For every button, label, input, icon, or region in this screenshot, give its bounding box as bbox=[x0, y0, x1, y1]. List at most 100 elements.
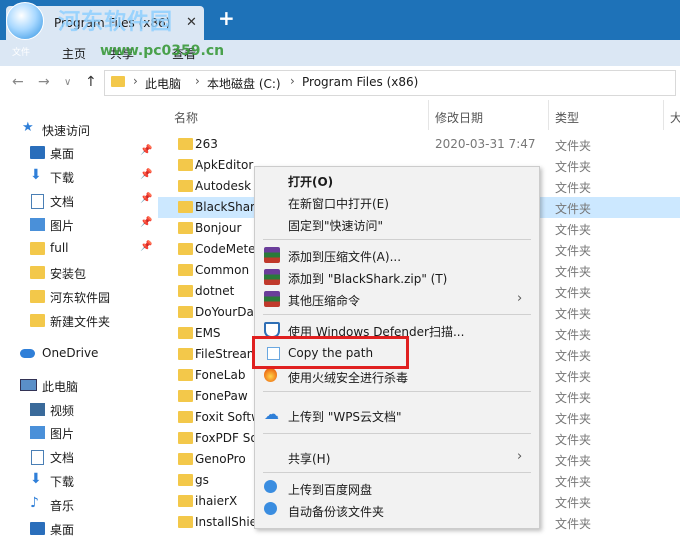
forward-arrow-icon[interactable]: → bbox=[38, 74, 50, 90]
sidebar-item-this-pc[interactable]: 此电脑 bbox=[0, 375, 158, 397]
file-type: 文件夹 bbox=[555, 223, 592, 237]
column-date[interactable]: 修改日期 bbox=[435, 109, 483, 126]
sidebar-item-label: 桌面 bbox=[50, 523, 75, 537]
file-type: 文件夹 bbox=[555, 181, 592, 195]
sidebar-item-label: 新建文件夹 bbox=[50, 315, 111, 329]
column-name[interactable]: 名称 bbox=[174, 109, 198, 126]
breadcrumb-local-disk[interactable]: 本地磁盘 (C:) bbox=[207, 75, 281, 92]
file-type: 文件夹 bbox=[555, 328, 592, 342]
table-row[interactable]: 263 2020-03-31 7:47 文件夹 bbox=[158, 134, 680, 155]
document-icon bbox=[31, 194, 44, 209]
navigation-pane: ★ 快速访问 桌面 📌 ⬇ 下载 📌 文档 📌 图片 📌 full 📌 安装包 … bbox=[0, 100, 158, 537]
menu-item-share[interactable]: 共享(H) › bbox=[255, 446, 539, 468]
file-type: 文件夹 bbox=[555, 307, 592, 321]
sidebar-item-pictures[interactable]: 图片 📌 bbox=[0, 214, 158, 236]
file-type: 文件夹 bbox=[555, 244, 592, 258]
file-name: Bonjour bbox=[195, 221, 242, 235]
sidebar-item-installers[interactable]: 安装包 bbox=[0, 262, 158, 284]
upload-cloud-icon: ☁ bbox=[264, 405, 279, 423]
folder-icon bbox=[178, 411, 193, 423]
sidebar-item-label: 文档 bbox=[50, 451, 75, 465]
sidebar-item-videos[interactable]: 视频 bbox=[0, 399, 158, 421]
file-name: ApkEditor bbox=[195, 158, 254, 172]
sidebar-item-label: 文档 bbox=[50, 195, 75, 209]
folder-icon bbox=[178, 201, 193, 213]
file-name: ihaierX bbox=[195, 494, 238, 508]
ribbon-tab-home[interactable]: 主页 bbox=[62, 45, 86, 62]
sidebar-item-label: 图片 bbox=[50, 427, 75, 441]
column-divider[interactable] bbox=[548, 100, 549, 130]
menu-item-upload-baidu[interactable]: 上传到百度网盘 bbox=[255, 477, 539, 499]
sidebar-item-quick-access[interactable]: ★ 快速访问 bbox=[0, 119, 158, 141]
folder-icon bbox=[30, 266, 45, 279]
sidebar-item-label: 桌面 bbox=[50, 147, 75, 161]
back-arrow-icon[interactable]: ← bbox=[12, 74, 24, 90]
column-size[interactable]: 大 bbox=[670, 109, 680, 126]
menu-separator bbox=[263, 472, 531, 473]
sidebar-item-documents-pc[interactable]: 文档 bbox=[0, 446, 158, 468]
sidebar-item-label: full bbox=[50, 241, 69, 255]
menu-item-label: 其他压缩命令 bbox=[288, 294, 361, 308]
menu-item-add-zip[interactable]: 添加到 "BlackShark.zip" (T) bbox=[255, 266, 539, 288]
menu-item-label: 添加到 "BlackShark.zip" (T) bbox=[288, 272, 448, 286]
column-type[interactable]: 类型 bbox=[555, 109, 579, 126]
cloud-icon bbox=[20, 349, 35, 358]
folder-icon bbox=[178, 474, 193, 486]
sidebar-item-full[interactable]: full 📌 bbox=[0, 238, 158, 260]
folder-icon bbox=[178, 285, 193, 297]
menu-item-label: 上传到 "WPS云文档" bbox=[288, 410, 402, 424]
folder-icon bbox=[178, 495, 193, 507]
menu-item-pin-quick-access[interactable]: 固定到"快速访问" bbox=[255, 213, 539, 235]
computer-icon bbox=[20, 379, 37, 391]
sidebar-item-desktop[interactable]: 桌面 📌 bbox=[0, 142, 158, 164]
folder-icon bbox=[178, 348, 193, 360]
menu-item-auto-backup[interactable]: 自动备份该文件夹 bbox=[255, 499, 539, 521]
video-icon bbox=[30, 403, 45, 416]
menu-item-upload-wps[interactable]: ☁ 上传到 "WPS云文档" bbox=[255, 404, 539, 426]
tab-close-icon[interactable]: ✕ bbox=[186, 15, 197, 30]
menu-item-open-new-window[interactable]: 在新窗口中打开(E) bbox=[255, 191, 539, 213]
pin-icon: 📌 bbox=[140, 169, 153, 180]
sidebar-item-hedong[interactable]: 河东软件园 bbox=[0, 286, 158, 308]
document-icon bbox=[31, 450, 44, 465]
menu-item-label: 上传到百度网盘 bbox=[288, 483, 373, 497]
file-name: gs bbox=[195, 473, 209, 487]
menu-item-other-compress[interactable]: 其他压缩命令 › bbox=[255, 288, 539, 310]
folder-icon bbox=[178, 222, 193, 234]
file-name: GenoPro bbox=[195, 452, 246, 466]
folder-icon bbox=[178, 264, 193, 276]
column-divider[interactable] bbox=[428, 100, 429, 130]
desktop-icon bbox=[30, 146, 45, 159]
menu-item-open[interactable]: 打开(O) bbox=[255, 169, 539, 191]
sidebar-item-new-folder[interactable]: 新建文件夹 bbox=[0, 310, 158, 332]
sidebar-item-label: OneDrive bbox=[42, 346, 99, 360]
breadcrumb-program-files[interactable]: Program Files (x86) bbox=[302, 75, 418, 89]
sidebar-item-onedrive[interactable]: OneDrive bbox=[0, 343, 158, 365]
sidebar-item-desktop-pc[interactable]: 桌面 bbox=[0, 518, 158, 540]
menu-item-label: 共享(H) bbox=[288, 452, 331, 466]
sidebar-item-downloads[interactable]: ⬇ 下载 📌 bbox=[0, 166, 158, 188]
column-header: 名称 修改日期 类型 大 bbox=[158, 100, 680, 130]
file-type: 文件夹 bbox=[555, 349, 592, 363]
file-type: 文件夹 bbox=[555, 370, 592, 384]
folder-icon bbox=[178, 369, 193, 381]
folder-icon bbox=[178, 159, 193, 171]
menu-item-add-archive[interactable]: 添加到压缩文件(A)... bbox=[255, 244, 539, 266]
breadcrumb-this-pc[interactable]: 此电脑 bbox=[145, 75, 181, 92]
recent-locations-icon[interactable]: ∨ bbox=[64, 77, 71, 88]
up-arrow-icon[interactable]: ↑ bbox=[85, 74, 97, 90]
new-tab-button[interactable]: + bbox=[218, 8, 235, 28]
menu-item-label: 自动备份该文件夹 bbox=[288, 505, 385, 519]
sidebar-item-music[interactable]: ♪ 音乐 bbox=[0, 494, 158, 516]
column-divider[interactable] bbox=[663, 100, 664, 130]
menu-separator bbox=[263, 314, 531, 315]
menu-separator bbox=[263, 391, 531, 392]
address-bar[interactable]: › 此电脑 › 本地磁盘 (C:) › Program Files (x86) bbox=[104, 70, 676, 96]
submenu-arrow-icon: › bbox=[517, 449, 523, 464]
pin-icon: 📌 bbox=[140, 217, 153, 228]
menu-item-label: 使用火绒安全进行杀毒 bbox=[288, 371, 409, 385]
sidebar-item-downloads-pc[interactable]: ⬇ 下载 bbox=[0, 470, 158, 492]
sidebar-item-documents[interactable]: 文档 📌 bbox=[0, 190, 158, 212]
file-date: 2020-03-31 7:47 bbox=[435, 137, 536, 151]
sidebar-item-pictures-pc[interactable]: 图片 bbox=[0, 422, 158, 444]
